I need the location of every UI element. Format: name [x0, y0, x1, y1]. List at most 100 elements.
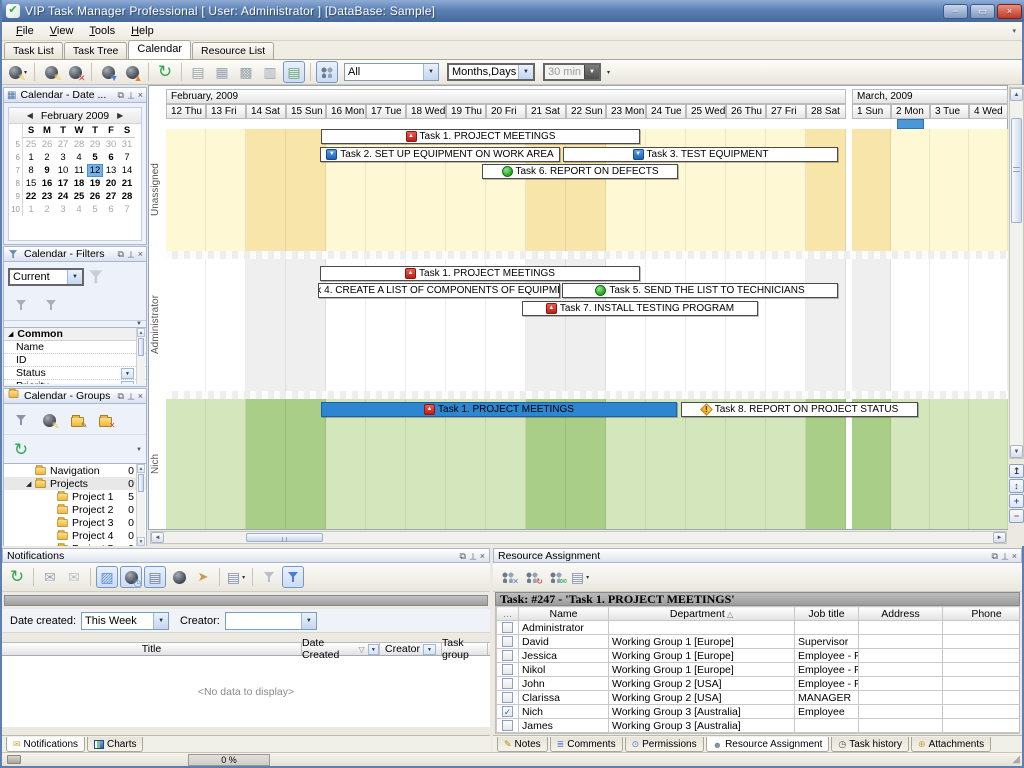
scrollbar-thumb[interactable]	[246, 533, 323, 542]
day-header[interactable]: 24 Tue	[646, 104, 686, 119]
row-checkbox[interactable]	[502, 636, 513, 647]
mini-calendar-day[interactable]: 27	[55, 138, 71, 151]
mini-calendar-day[interactable]: 27	[103, 190, 119, 203]
pin-panel-button[interactable]: ⊤	[1001, 551, 1009, 561]
row-checkbox[interactable]	[502, 678, 513, 689]
calendar-cell[interactable]	[806, 259, 846, 391]
day-header[interactable]: 12 Thu	[166, 104, 206, 119]
tab-task-tree[interactable]: Task Tree	[64, 42, 128, 59]
mini-calendar-day[interactable]: 6	[103, 203, 119, 216]
filter-field-priority[interactable]: Priority▼	[4, 380, 146, 384]
calendar-cell[interactable]	[852, 399, 891, 529]
calendar-cell[interactable]	[726, 399, 766, 529]
restore-panel-button[interactable]: ⧉	[117, 249, 123, 259]
mini-calendar-day[interactable]: 31	[119, 138, 135, 151]
groups-panel-header[interactable]: Calendar - Groups ⧉⊤×	[3, 388, 147, 404]
column-header-title[interactable]: Title	[2, 643, 302, 655]
resize-grip-icon[interactable]: ◢	[1012, 754, 1020, 765]
mini-calendar-day[interactable]: 13	[103, 164, 119, 177]
mini-calendar-day[interactable]: 7	[119, 203, 135, 216]
show-time-button[interactable]: ◷	[120, 566, 142, 588]
table-row[interactable]: DavidWorking Group 1 [Europe]Supervisor	[497, 635, 1021, 649]
group-by-resource-button[interactable]	[316, 61, 338, 83]
mini-calendar-day[interactable]: 3	[55, 203, 71, 216]
check-column-header[interactable]: ...	[497, 607, 519, 621]
pin-panel-button[interactable]: ⊤	[469, 551, 477, 561]
calendar-cell[interactable]	[166, 399, 206, 529]
task-bar[interactable]: Task 4. CREATE A LIST OF COMPONENTS OF E…	[318, 283, 560, 298]
row-checkbox[interactable]	[502, 622, 513, 633]
view-rows-button[interactable]: ▤	[283, 61, 305, 83]
acknowledge-button[interactable]: ➤	[192, 566, 214, 588]
row-checkbox-cell[interactable]	[497, 719, 519, 733]
delete-group-button[interactable]: ✕	[94, 409, 116, 431]
group-item-project-2[interactable]: Project 20	[4, 503, 146, 516]
filter-field-name[interactable]: Name	[4, 341, 146, 354]
scroll-down-icon[interactable]: ▼	[137, 537, 145, 546]
chevron-down-icon[interactable]: ▼	[121, 381, 134, 385]
mini-calendar-day[interactable]: 26	[87, 190, 103, 203]
calendar-cell[interactable]	[891, 399, 930, 529]
show-details-button[interactable]: ▤	[144, 566, 166, 588]
next-month-icon[interactable]: ▶	[117, 111, 123, 120]
row-checkbox-cell[interactable]	[497, 649, 519, 663]
day-header[interactable]: 3 Tue	[930, 104, 969, 119]
save-filter-button[interactable]	[10, 294, 32, 316]
column-header-name[interactable]: Name	[519, 607, 609, 621]
view-compact-button[interactable]: ▥	[259, 61, 281, 83]
edit-group-button[interactable]: ✎	[66, 409, 88, 431]
day-header[interactable]: 18 Wed	[406, 104, 446, 119]
calendar-cell[interactable]	[969, 259, 1008, 391]
filter-preset-combo[interactable]: Current▼	[8, 268, 84, 286]
toolbar-overflow-icon[interactable]: ▾	[607, 69, 610, 76]
restore-button[interactable]: ▭	[970, 4, 995, 19]
mini-calendar-day[interactable]: 14	[119, 164, 135, 177]
date-panel-header[interactable]: ▦ Calendar - Date ... ⧉⊤×	[3, 87, 147, 103]
calendar-cell[interactable]	[766, 399, 806, 529]
mini-calendar-day[interactable]: 9	[39, 164, 55, 177]
group-item-project-4[interactable]: Project 40	[4, 529, 146, 542]
new-task-button[interactable]: ✎▾	[7, 61, 29, 83]
calendar-cell[interactable]	[246, 259, 286, 391]
row-checkbox[interactable]: ✓	[502, 706, 513, 717]
row-checkbox-cell[interactable]	[497, 691, 519, 705]
scroll-up-icon[interactable]: ▲	[137, 328, 145, 337]
groups-overflow-icon[interactable]: ▼	[136, 447, 142, 453]
scrollbar-thumb[interactable]	[1011, 118, 1022, 223]
pin-panel-button[interactable]: ⊤	[127, 249, 135, 259]
task-bar[interactable]: Task 8. REPORT ON PROJECT STATUS	[681, 402, 918, 417]
title-bar[interactable]: ✔ VIP Task Manager Professional [ User: …	[2, 0, 1024, 22]
mini-calendar-day[interactable]: 26	[39, 138, 55, 151]
edit-task-button[interactable]: ✎	[40, 61, 62, 83]
show-preview-button[interactable]: ▨	[96, 566, 118, 588]
calendar-cell[interactable]	[930, 259, 969, 391]
calendar-cell[interactable]	[206, 259, 246, 391]
chevron-down-icon[interactable]: ▼	[153, 613, 168, 629]
scrollbar-thumb[interactable]	[138, 338, 144, 356]
tab-task-list[interactable]: Task List	[4, 42, 63, 59]
mini-calendar-day[interactable]: 3	[55, 151, 71, 164]
mini-calendar-day[interactable]: 29	[87, 138, 103, 151]
mini-calendar-day[interactable]: 20	[103, 177, 119, 190]
scrollbar-thumb[interactable]	[138, 474, 144, 492]
filter-button[interactable]	[282, 566, 304, 588]
mini-calendar-day[interactable]: 28	[71, 138, 87, 151]
table-row[interactable]: JohnWorking Group 2 [USA]Employee - Full	[497, 677, 1021, 691]
mini-calendar-day[interactable]: 5	[87, 203, 103, 216]
layout-button[interactable]: ▤▾	[225, 566, 247, 588]
scroll-right-icon[interactable]: ►	[993, 532, 1006, 543]
chevron-down-icon[interactable]: ▾	[242, 574, 245, 581]
task-bar[interactable]: Task 5. SEND THE LIST TO TECHNICIANS	[562, 283, 838, 298]
calendar-cell[interactable]	[606, 399, 646, 529]
chevron-down-icon[interactable]: ▼	[423, 64, 438, 80]
layout-button[interactable]: ▤▾	[569, 566, 591, 588]
row-checkbox[interactable]	[502, 720, 513, 731]
horizontal-scrollbar[interactable]: ◄ ►	[150, 531, 1007, 544]
chevron-down-icon[interactable]: ▾	[586, 574, 589, 581]
table-row[interactable]: NikolWorking Group 1 [Europe]Employee - …	[497, 663, 1021, 677]
tab-resource-list[interactable]: Resource List	[192, 42, 274, 59]
mini-calendar-day[interactable]: 7	[119, 151, 135, 164]
tab-calendar[interactable]: Calendar	[128, 40, 191, 59]
menu-overflow-icon[interactable]: ▾	[1012, 27, 1016, 35]
calendar-cell[interactable]	[206, 129, 246, 251]
